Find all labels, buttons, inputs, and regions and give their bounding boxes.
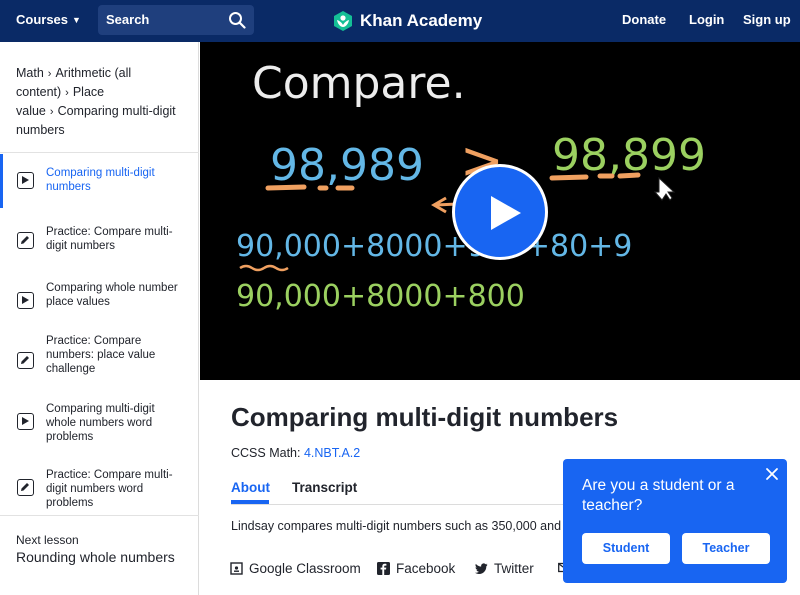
board-expanded-2: 90,000+8000+800: [236, 279, 525, 314]
donate-link[interactable]: Donate: [622, 12, 666, 27]
lesson-item-word-problems[interactable]: Comparing multi-digit whole numbers word…: [0, 402, 199, 468]
logo-text: Khan Academy: [360, 11, 483, 30]
top-navbar: Courses ▼ Search Khan Academy Donate Logi…: [0, 0, 800, 42]
video-player[interactable]: Compare. 98,989 > 98,899 90,000+8000+900…: [200, 42, 800, 380]
share-facebook[interactable]: Facebook: [377, 561, 455, 576]
courses-menu-button[interactable]: Courses ▼: [16, 12, 81, 27]
close-icon[interactable]: [765, 467, 779, 481]
breadcrumb-math[interactable]: Math: [16, 66, 44, 80]
lesson-item-comparing-place-values[interactable]: Comparing whole number place values: [0, 274, 199, 334]
signup-link[interactable]: Sign up: [743, 12, 791, 27]
breadcrumb: Math › Arithmetic (all content) › Place valu…: [16, 64, 186, 139]
board-left-number: 98,989: [270, 140, 424, 191]
underline-mark: [265, 184, 307, 191]
share-google-classroom[interactable]: Google Classroom: [230, 561, 361, 576]
ccss-standard: CCSS Math: 4.NBT.A.2: [231, 446, 360, 460]
chevron-right-icon: ›: [47, 68, 52, 80]
divider: [0, 515, 199, 516]
search-input[interactable]: Search: [98, 5, 254, 35]
play-icon: [17, 413, 34, 430]
student-button[interactable]: Student: [582, 533, 670, 564]
cursor-hand-icon: [653, 176, 676, 201]
lesson-label: Practice: Compare numbers: place value c…: [46, 335, 156, 375]
share-twitter[interactable]: Twitter: [475, 561, 534, 576]
pencil-icon: [17, 352, 34, 369]
chevron-down-icon: ▼: [72, 15, 81, 25]
board-title: Compare.: [252, 58, 466, 109]
video-description: Lindsay compares multi-digit numbers suc…: [231, 519, 561, 533]
pencil-icon: [17, 232, 34, 249]
lesson-item-practice-compare-multi-digit[interactable]: Practice: Compare multi-digit numbers: [0, 214, 199, 274]
courses-label: Courses: [16, 12, 69, 27]
share-label: Facebook: [396, 561, 456, 576]
lesson-label: Practice: Compare multi-digit numbers: [46, 226, 173, 252]
share-label: Twitter: [494, 561, 534, 576]
lesson-label: Comparing multi-digit numbers: [46, 167, 155, 193]
facebook-icon: [377, 562, 390, 575]
lesson-label: Practice: Compare multi-digit numbers wo…: [46, 469, 173, 509]
lesson-list: Comparing multi-digit numbers Practice: …: [0, 154, 199, 528]
tab-transcript[interactable]: Transcript: [292, 480, 357, 495]
search-placeholder: Search: [106, 12, 150, 27]
lesson-sidebar: Math › Arithmetic (all content) › Place valu…: [0, 42, 199, 595]
lesson-item-practice-place-value-challenge[interactable]: Practice: Compare numbers: place value c…: [0, 334, 199, 402]
lesson-label: Comparing whole number place values: [46, 282, 178, 308]
popup-question: Are you a student or a teacher?: [582, 477, 735, 514]
chevron-right-icon: ›: [49, 106, 54, 118]
teacher-button[interactable]: Teacher: [682, 533, 770, 564]
next-lesson-label: Next lesson: [16, 533, 79, 547]
play-icon: [17, 292, 34, 309]
pencil-icon: [17, 479, 34, 496]
ccss-label: CCSS Math:: [231, 446, 301, 460]
tab-about[interactable]: About: [231, 480, 270, 495]
play-icon: [17, 172, 34, 189]
google-classroom-icon: [230, 562, 243, 575]
khan-academy-logo[interactable]: Khan Academy: [332, 9, 482, 33]
content-tabs: About Transcript: [231, 478, 571, 505]
page-title: Comparing multi-digit numbers: [231, 402, 619, 432]
active-tab-indicator: [231, 500, 269, 504]
next-lesson-link[interactable]: Rounding whole numbers: [16, 549, 175, 565]
board-expanded-1: 90,000+8000+900+80+9: [236, 229, 632, 264]
play-button[interactable]: [452, 164, 548, 260]
divider: [0, 152, 199, 153]
ccss-code-link[interactable]: 4.NBT.A.2: [304, 446, 360, 460]
chevron-right-icon: ›: [65, 87, 69, 99]
khan-leaf-icon: [334, 11, 352, 31]
role-selection-popup: Are you a student or a teacher? Student …: [563, 459, 787, 583]
active-indicator: [0, 154, 3, 208]
lesson-item-practice-word-problems[interactable]: Practice: Compare multi-digit numbers wo…: [0, 468, 199, 528]
squiggle-mark: [239, 264, 289, 272]
twitter-icon: [475, 563, 488, 574]
play-icon: [491, 196, 521, 230]
lesson-item-comparing-multi-digit-numbers[interactable]: Comparing multi-digit numbers: [0, 154, 199, 214]
search-icon[interactable]: [228, 11, 246, 29]
share-label: Google Classroom: [249, 561, 361, 576]
login-link[interactable]: Login: [689, 12, 724, 27]
lesson-label: Comparing multi-digit whole numbers word…: [46, 403, 155, 443]
